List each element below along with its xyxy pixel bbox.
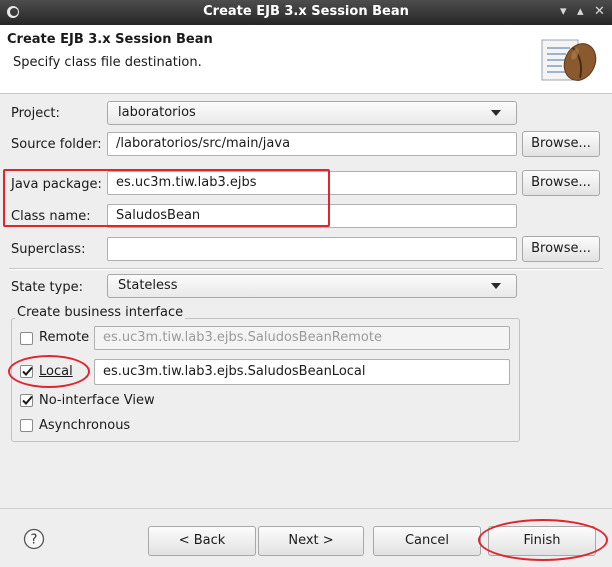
state-type-combo[interactable]: Stateless bbox=[107, 274, 517, 298]
chevron-down-icon bbox=[491, 283, 501, 289]
back-button[interactable]: < Back bbox=[148, 526, 256, 556]
project-value: laboratorios bbox=[118, 105, 196, 120]
remote-interface-input: es.uc3m.tiw.lab3.ejbs.SaludosBeanRemote bbox=[94, 326, 510, 350]
source-folder-label: Source folder: bbox=[11, 137, 102, 152]
project-combo[interactable]: laboratorios bbox=[107, 101, 517, 125]
maximize-icon[interactable]: ▴ bbox=[577, 4, 584, 20]
local-interface-input[interactable]: es.uc3m.tiw.lab3.ejbs.SaludosBeanLocal bbox=[94, 359, 510, 385]
state-type-label: State type: bbox=[11, 280, 83, 295]
highlight-oval-local bbox=[8, 355, 90, 388]
java-package-browse-button[interactable]: Browse... bbox=[522, 170, 600, 196]
next-button[interactable]: Next > bbox=[258, 526, 364, 556]
window-titlebar: Create EJB 3.x Session Bean ▾ ▴ ✕ bbox=[0, 0, 612, 25]
minimize-icon[interactable]: ▾ bbox=[560, 4, 567, 20]
wizard-subtitle: Specify class file destination. bbox=[13, 55, 202, 70]
separator bbox=[9, 268, 603, 270]
wizard-title: Create EJB 3.x Session Bean bbox=[7, 32, 213, 47]
footer-separator bbox=[0, 508, 612, 509]
window-title: Create EJB 3.x Session Bean bbox=[203, 4, 409, 19]
chevron-down-icon bbox=[491, 110, 501, 116]
superclass-input[interactable] bbox=[107, 237, 517, 261]
asynchronous-label[interactable]: Asynchronous bbox=[39, 418, 130, 433]
business-interface-title: Create business interface bbox=[15, 305, 186, 320]
highlight-box bbox=[3, 169, 330, 227]
no-interface-label[interactable]: No-interface View bbox=[39, 393, 155, 408]
close-icon[interactable]: ✕ bbox=[594, 4, 605, 20]
help-icon[interactable]: ? bbox=[23, 528, 45, 550]
project-label: Project: bbox=[11, 106, 60, 121]
source-folder-input[interactable]: /laboratorios/src/main/java bbox=[107, 132, 517, 156]
session-bean-icon bbox=[541, 39, 597, 81]
no-interface-checkbox[interactable] bbox=[20, 394, 33, 407]
highlight-oval-finish bbox=[478, 519, 608, 561]
state-type-value: Stateless bbox=[118, 278, 178, 293]
help-glyph: ? bbox=[31, 533, 38, 548]
cancel-button[interactable]: Cancel bbox=[373, 526, 481, 556]
remote-checkbox[interactable] bbox=[20, 332, 33, 345]
checkmark-icon bbox=[22, 395, 33, 405]
wizard-header: Create EJB 3.x Session Bean Specify clas… bbox=[0, 25, 612, 94]
superclass-browse-button[interactable]: Browse... bbox=[522, 236, 600, 262]
remote-label[interactable]: Remote bbox=[39, 330, 89, 345]
asynchronous-checkbox[interactable] bbox=[20, 419, 33, 432]
superclass-label: Superclass: bbox=[11, 242, 86, 257]
source-folder-browse-button[interactable]: Browse... bbox=[522, 131, 600, 157]
